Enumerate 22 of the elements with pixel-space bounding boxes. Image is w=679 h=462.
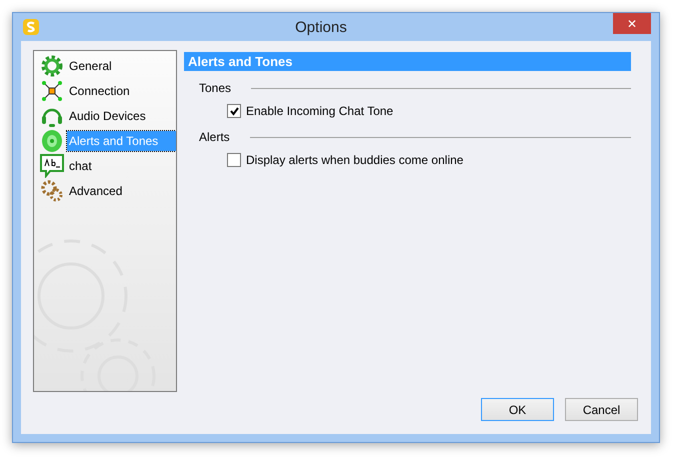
network-icon bbox=[40, 78, 64, 102]
chat-bubble-icon bbox=[40, 154, 64, 178]
category-item[interactable]: General bbox=[67, 56, 114, 76]
checkbox[interactable] bbox=[227, 153, 241, 167]
gear-icon bbox=[40, 54, 64, 78]
checkbox[interactable] bbox=[227, 104, 241, 118]
category-item[interactable]: chat bbox=[67, 156, 94, 176]
checkbox-label: Display alerts when buddies come online bbox=[246, 153, 464, 167]
category-item[interactable]: Audio Devices bbox=[67, 106, 148, 126]
gears-icon bbox=[40, 178, 64, 202]
checkbox-label: Enable Incoming Chat Tone bbox=[246, 104, 394, 118]
section-header: Alerts and Tones bbox=[184, 52, 631, 71]
category-item[interactable]: Advanced bbox=[67, 180, 124, 200]
speaker-icon bbox=[40, 128, 64, 152]
app-logo-icon bbox=[23, 19, 39, 35]
ok-button[interactable]: OK bbox=[481, 398, 554, 421]
cancel-button[interactable]: Cancel bbox=[565, 398, 638, 421]
group-label: Tones bbox=[199, 81, 232, 95]
window-title: Options bbox=[294, 18, 348, 36]
group-label: Alerts bbox=[199, 130, 230, 144]
close-button[interactable]: ✕ bbox=[613, 13, 651, 34]
category-item[interactable]: Connection bbox=[67, 80, 132, 100]
